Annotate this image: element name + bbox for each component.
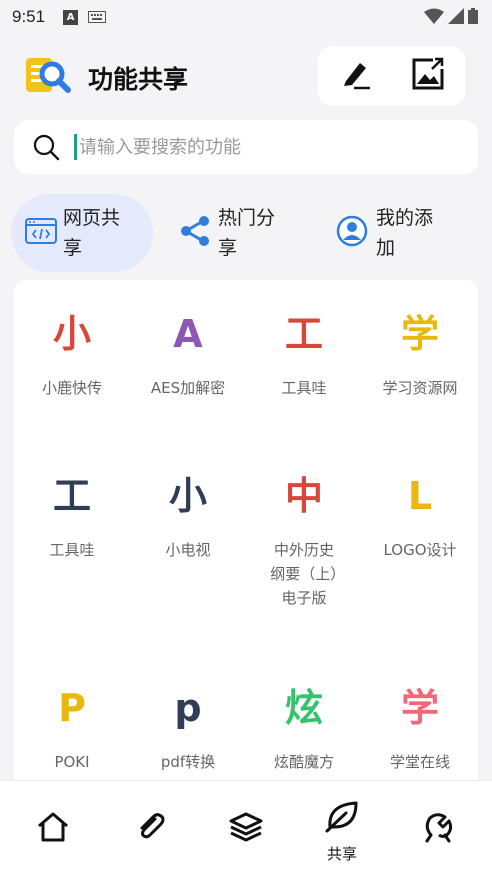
grid-item-glyph: P	[58, 686, 86, 730]
status-bar: 9:51 A	[0, 0, 492, 34]
grid-item-label: 炫酷魔方	[273, 753, 334, 771]
grid-item-glyph: 工	[52, 474, 91, 518]
status-a-badge: A	[63, 9, 79, 25]
attachment-icon	[140, 813, 165, 839]
grid-item[interactable]: 工 工具哇	[14, 470, 130, 562]
category-tabs: 网页共享 热门分享 我的添加	[0, 194, 492, 272]
signal-icon	[448, 8, 464, 28]
text-caret	[74, 134, 77, 160]
search-bar[interactable]	[14, 120, 478, 174]
grid-item-label: 学堂在线	[389, 753, 450, 771]
grid-item[interactable]: 小 小电视	[130, 470, 246, 562]
grid-item[interactable]: P POKI	[14, 682, 130, 774]
share-icon	[180, 215, 210, 251]
grid-item[interactable]: 学 学堂在线	[362, 682, 478, 774]
edit-button[interactable]	[335, 56, 375, 96]
header: 功能共享	[0, 46, 492, 106]
tools-icon	[425, 813, 453, 843]
tab-my-added[interactable]: 我的添加	[322, 194, 464, 272]
grid-item-label: LOGO设计	[383, 541, 457, 559]
status-time: 9:51	[12, 7, 46, 26]
grid-item-glyph: L	[407, 474, 433, 518]
home-icon	[38, 812, 68, 842]
page-title: 功能共享	[88, 65, 189, 94]
search-icon	[32, 133, 60, 161]
grid-item-glyph: 中	[284, 474, 323, 518]
header-actions	[318, 46, 465, 106]
nav-home[interactable]	[4, 781, 102, 874]
web-code-icon	[25, 217, 57, 249]
grid-item-label: 学习资源网	[382, 379, 458, 397]
tab-web-share[interactable]: 网页共享	[11, 194, 153, 272]
grid-item[interactable]: 炫 炫酷魔方	[246, 682, 362, 774]
wifi-icon	[424, 8, 444, 28]
grid-item-glyph: 小	[168, 474, 207, 518]
battery-icon	[468, 8, 478, 28]
grid-item-label: 小电视	[165, 541, 211, 559]
nav-attachment[interactable]	[102, 781, 200, 874]
grid-item-glyph: A	[173, 312, 203, 356]
grid-item-glyph: 工	[284, 312, 323, 356]
grid-item[interactable]: 中 中外历史纲要（上）电子版	[246, 470, 362, 610]
grid-item-glyph: 学	[400, 312, 439, 356]
grid-item[interactable]: 工 工具哇	[246, 308, 362, 400]
tab-label: 网页共享	[63, 207, 121, 259]
image-export-button[interactable]	[408, 56, 448, 96]
grid-item-label: AES加解密	[150, 379, 226, 397]
nav-tools[interactable]	[390, 781, 488, 874]
nav-share[interactable]: 共享	[293, 781, 391, 874]
keyboard-icon	[88, 8, 107, 27]
grid-item-label: 工具哇	[281, 379, 327, 397]
user-icon	[336, 215, 368, 251]
grid-item-label: pdf转换	[160, 753, 216, 771]
grid-item[interactable]: L LOGO设计	[362, 470, 478, 562]
layers-icon	[229, 812, 263, 842]
grid-item-label: 小鹿快传	[41, 379, 102, 397]
grid-item[interactable]: A AES加解密	[130, 308, 246, 400]
nav-label: 共享	[326, 845, 357, 863]
grid-item-glyph: 学	[400, 686, 439, 730]
grid-item[interactable]: 小 小鹿快传	[14, 308, 130, 400]
image-export-icon	[411, 57, 445, 95]
grid-item[interactable]: p pdf转换	[130, 682, 246, 774]
tab-label: 热门分享	[218, 207, 276, 259]
grid-item-glyph: 小	[52, 312, 91, 356]
feature-grid: 小 小鹿快传 A AES加解密 工 工具哇 学 学习资源网 工 工具哇 小 小电…	[14, 280, 478, 780]
search-input[interactable]	[79, 136, 439, 158]
leaf-icon	[325, 801, 358, 833]
bottom-nav: 共享	[0, 780, 492, 874]
grid-item-label: 工具哇	[49, 541, 95, 559]
tab-label: 我的添加	[376, 207, 434, 259]
app-logo-icon	[26, 56, 72, 100]
grid-item-glyph: 炫	[284, 686, 323, 730]
grid-item-label: 中外历史纲要（上）电子版	[270, 541, 338, 607]
grid-item[interactable]: 学 学习资源网	[362, 308, 478, 400]
edit-pen-icon	[338, 57, 372, 95]
grid-item-label: POKI	[54, 753, 90, 771]
nav-layers[interactable]	[197, 781, 295, 874]
tab-hot-share[interactable]: 热门分享	[168, 194, 310, 272]
grid-item-glyph: p	[174, 686, 202, 730]
